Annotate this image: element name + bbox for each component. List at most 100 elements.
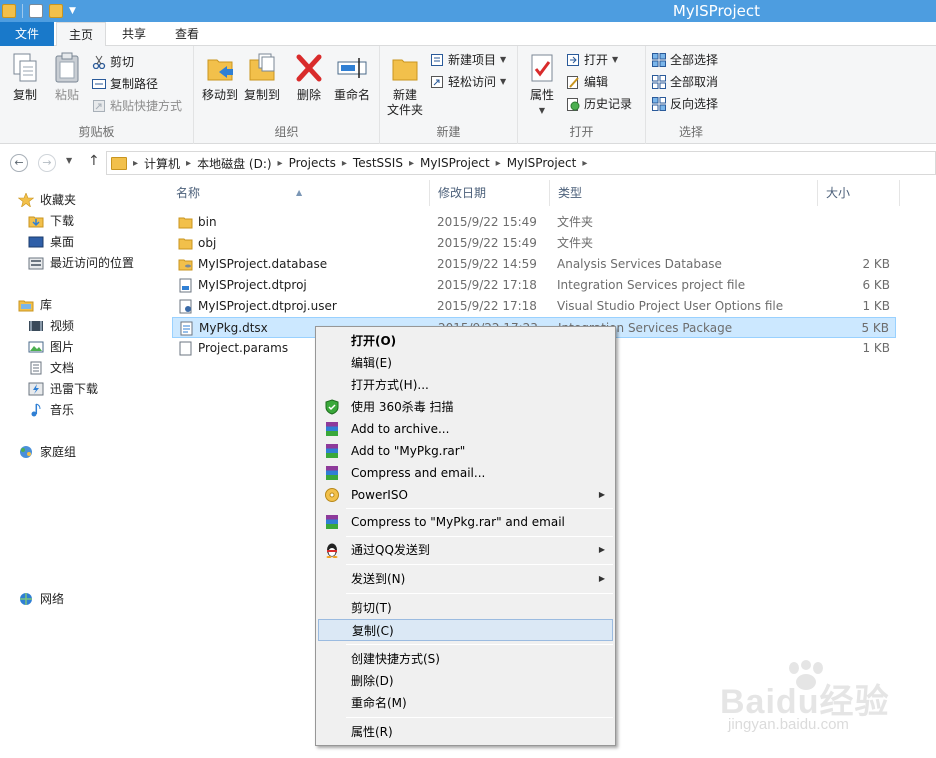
select-group-label: 选择 bbox=[678, 125, 703, 139]
menu-item-create-shortcut[interactable]: 创建快捷方式(S) bbox=[318, 648, 613, 670]
table-row[interactable]: obj 2015/9/22 15:49 文件夹 bbox=[172, 233, 896, 254]
copy-to-button[interactable]: 复制到 bbox=[242, 52, 282, 103]
select-all-button[interactable]: 全部选择 bbox=[652, 50, 718, 70]
menu-item-rename[interactable]: 重命名(M) bbox=[318, 692, 613, 714]
menu-item-cut[interactable]: 剪切(T) bbox=[318, 597, 613, 619]
nav-libraries[interactable]: 库 bbox=[18, 295, 52, 315]
rename-button[interactable]: 重命名 bbox=[332, 52, 372, 103]
menu-item-poweriso[interactable]: PowerISO ▶ bbox=[318, 484, 613, 506]
nav-music[interactable]: 音乐 bbox=[28, 400, 74, 420]
menu-item-add-rar[interactable]: Add to "MyPkg.rar" bbox=[318, 440, 613, 462]
chevron-right-icon[interactable]: ▸ bbox=[186, 158, 191, 169]
breadcrumb-local-disk[interactable]: 本地磁盘 (D:) bbox=[197, 155, 271, 172]
menu-item-edit[interactable]: 编辑(E) bbox=[318, 352, 613, 374]
column-header-size[interactable]: 大小 bbox=[818, 180, 900, 206]
file-date: 2015/9/22 14:59 bbox=[437, 257, 537, 271]
menu-item-add-archive[interactable]: Add to archive... bbox=[318, 418, 613, 440]
menu-item-open-with[interactable]: 打开方式(H)... bbox=[318, 374, 613, 396]
menu-item-delete[interactable]: 删除(D) bbox=[318, 670, 613, 692]
history-button[interactable]: 历史记录 bbox=[566, 94, 632, 114]
tab-file[interactable]: 文件 bbox=[0, 22, 54, 46]
chevron-right-icon[interactable]: ▸ bbox=[278, 158, 283, 169]
chevron-right-icon[interactable]: ▸ bbox=[582, 158, 587, 169]
menu-separator bbox=[346, 717, 613, 718]
new-folder-button[interactable]: 新建 文件夹 bbox=[386, 52, 424, 118]
move-to-button[interactable]: 移动到 bbox=[200, 52, 240, 103]
nav-pictures[interactable]: 图片 bbox=[28, 337, 74, 357]
easy-access-icon bbox=[431, 76, 443, 88]
open-button[interactable]: 打开 ▼ bbox=[566, 50, 618, 70]
chevron-right-icon: ▶ bbox=[598, 545, 605, 554]
tab-home[interactable]: 主页 bbox=[56, 22, 106, 47]
tab-share[interactable]: 共享 bbox=[112, 22, 156, 46]
table-row[interactable]: MyISProject.dtproj.user 2015/9/22 17:18 … bbox=[172, 296, 896, 317]
menu-item-properties[interactable]: 属性(R) bbox=[318, 721, 613, 743]
file-size: 2 KB bbox=[862, 257, 890, 271]
menu-item-add-rar-label: Add to "MyPkg.rar" bbox=[351, 444, 466, 458]
copy-button[interactable]: 复制 bbox=[8, 52, 42, 103]
nav-documents[interactable]: 文档 bbox=[28, 358, 74, 378]
copy-path-button[interactable]: 复制路径 bbox=[92, 74, 158, 94]
delete-button[interactable]: 删除 bbox=[292, 52, 326, 103]
nav-videos[interactable]: 视频 bbox=[28, 316, 74, 336]
file-type: 文件夹 bbox=[557, 236, 594, 250]
easy-access-button[interactable]: 轻松访问 ▼ bbox=[430, 72, 506, 92]
properties-button[interactable]: 属性 ▼ bbox=[524, 52, 560, 118]
breadcrumb-myisproject-inner[interactable]: MyISProject bbox=[507, 156, 577, 170]
nav-recent[interactable]: 最近访问的位置 bbox=[28, 253, 134, 273]
nav-desktop[interactable]: 桌面 bbox=[28, 232, 74, 252]
properties-icon[interactable] bbox=[29, 4, 43, 18]
nav-favorites[interactable]: 收藏夹 bbox=[18, 190, 76, 210]
column-header-date-label: 修改日期 bbox=[438, 186, 487, 200]
menu-item-send-to[interactable]: 发送到(N) ▶ bbox=[318, 568, 613, 590]
up-arrow-icon[interactable]: ↑ bbox=[88, 153, 100, 169]
menu-item-compress-rar-email[interactable]: Compress to "MyPkg.rar" and email bbox=[318, 511, 613, 533]
menu-item-copy[interactable]: 复制(C) bbox=[318, 619, 613, 641]
tab-view[interactable]: 查看 bbox=[164, 22, 210, 46]
column-header-date[interactable]: 修改日期 bbox=[430, 180, 550, 206]
breadcrumb-computer[interactable]: 计算机 bbox=[144, 155, 180, 172]
breadcrumb-testssis[interactable]: TestSSIS bbox=[353, 156, 403, 170]
column-header-name[interactable]: 名称 ▲ bbox=[168, 180, 430, 206]
nav-thunder-downloads-label: 迅雷下载 bbox=[50, 382, 99, 396]
invert-selection-icon bbox=[652, 97, 666, 111]
chevron-right-icon[interactable]: ▸ bbox=[133, 158, 138, 169]
select-none-button[interactable]: 全部取消 bbox=[652, 72, 718, 92]
edit-icon bbox=[567, 76, 579, 89]
chevron-down-icon[interactable]: ▼ bbox=[69, 6, 76, 16]
nav-downloads[interactable]: 下载 bbox=[28, 211, 74, 231]
menu-item-open[interactable]: 打开(O) bbox=[318, 330, 613, 352]
chevron-right-icon[interactable]: ▸ bbox=[342, 158, 347, 169]
breadcrumb-myisproject[interactable]: MyISProject bbox=[420, 156, 490, 170]
new-folder-icon[interactable] bbox=[49, 4, 63, 18]
easy-access-label: 轻松访问 bbox=[448, 75, 497, 89]
menu-item-scan-360[interactable]: 使用 360杀毒 扫描 bbox=[318, 396, 613, 418]
new-item-button[interactable]: 新建项目 ▼ bbox=[430, 50, 506, 70]
chevron-right-icon[interactable]: ▸ bbox=[496, 158, 501, 169]
edit-button[interactable]: 编辑 bbox=[566, 72, 608, 92]
properties-label: 属性 bbox=[529, 88, 554, 102]
paste-shortcut-button[interactable]: 粘贴快捷方式 bbox=[92, 96, 182, 116]
invert-selection-button[interactable]: 反向选择 bbox=[652, 94, 718, 114]
project-file-icon bbox=[179, 278, 192, 293]
nav-homegroup[interactable]: 家庭组 bbox=[18, 442, 76, 462]
table-row[interactable]: MyISProject.dtproj 2015/9/22 17:18 Integ… bbox=[172, 275, 896, 296]
paste-button[interactable]: 粘贴 bbox=[50, 52, 84, 103]
table-row[interactable]: bin 2015/9/22 15:49 文件夹 bbox=[172, 212, 896, 233]
nav-network[interactable]: 网络 bbox=[18, 589, 64, 609]
recent-locations-dropdown[interactable]: ▼ bbox=[66, 156, 72, 165]
breadcrumb-projects[interactable]: Projects bbox=[289, 156, 336, 170]
menu-item-qq-send[interactable]: 通过QQ发送到 ▶ bbox=[318, 539, 613, 561]
nav-thunder-downloads[interactable]: 迅雷下载 bbox=[28, 379, 98, 399]
nav-libraries-label: 库 bbox=[40, 298, 53, 312]
cut-button[interactable]: 剪切 bbox=[92, 52, 134, 72]
downloads-icon bbox=[28, 216, 44, 228]
address-bar[interactable]: ▸ 计算机 ▸ 本地磁盘 (D:) ▸ Projects ▸ TestSSIS … bbox=[106, 151, 936, 175]
column-header-type[interactable]: 类型 bbox=[550, 180, 818, 206]
back-button[interactable]: ← bbox=[10, 154, 28, 172]
forward-button[interactable]: → bbox=[38, 154, 56, 172]
edit-label: 编辑 bbox=[584, 75, 609, 89]
chevron-right-icon[interactable]: ▸ bbox=[409, 158, 414, 169]
menu-item-compress-email[interactable]: Compress and email... bbox=[318, 462, 613, 484]
table-row[interactable]: MyISProject.database 2015/9/22 14:59 Ana… bbox=[172, 254, 896, 275]
